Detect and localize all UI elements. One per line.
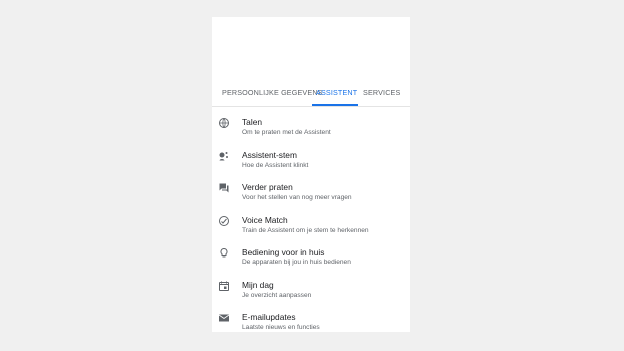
list-item-title: Mijn dag	[242, 279, 274, 290]
calendar-icon	[218, 280, 230, 292]
list-item-verder-praten[interactable]: Verder praten Voor het stellen van nog m…	[212, 172, 410, 205]
list-item-title: Verder praten	[242, 182, 293, 192]
settings-list: Talen Om te praten met de Assistent Assi…	[212, 107, 410, 335]
tab-persoonlijke-gegevens[interactable]: PERSOONLIJKE GEGEVENS	[222, 87, 323, 106]
list-item-subtitle: Hoe de Assistent klinkt	[242, 161, 309, 169]
list-item-title: E-mailupdates	[242, 312, 296, 322]
list-item-title: Talen	[242, 117, 263, 127]
list-item-subtitle: De apparaten bij jou in huis bedienen	[242, 259, 351, 266]
list-item-subtitle: Train de Assistent om je stem te herkenn…	[242, 226, 369, 234]
list-item-talen[interactable]: Talen Om te praten met de Assistent	[212, 107, 410, 140]
mail-icon	[218, 312, 230, 324]
list-item-subtitle: Om te praten met de Assistent	[242, 129, 331, 136]
tab-bar: PERSOONLIJKE GEGEVENS ASSISTENT SERVICES	[212, 87, 410, 107]
list-item-voice-match[interactable]: Voice Match Train de Assistent om je ste…	[212, 205, 410, 238]
list-item-e-mailupdates[interactable]: E-mailupdates Laatste nieuws en functies	[212, 302, 410, 335]
list-item-assistent-stem[interactable]: Assistent-stem Hoe de Assistent klinkt	[212, 140, 410, 173]
list-item-bediening-voor-in-huis[interactable]: Bediening voor in huis De apparaten bij …	[212, 237, 410, 270]
list-item-subtitle: Je overzicht aanpassen	[242, 291, 312, 299]
settings-panel: PERSOONLIJKE GEGEVENS ASSISTENT SERVICES…	[212, 17, 410, 332]
list-item-title: Assistent-stem	[242, 149, 297, 160]
assistant-voice-icon	[218, 150, 230, 162]
lightbulb-icon	[218, 247, 230, 259]
globe-icon	[218, 117, 230, 129]
list-item-subtitle: Laatste nieuws en functies	[242, 324, 320, 331]
tab-services[interactable]: SERVICES	[363, 87, 400, 106]
chat-bubbles-icon	[218, 182, 230, 194]
active-tab-indicator	[312, 104, 358, 106]
list-item-title: Voice Match	[242, 214, 288, 225]
list-item-title: Bediening voor in huis	[242, 247, 325, 257]
list-item-subtitle: Voor het stellen van nog meer vragen	[242, 194, 352, 201]
list-item-mijn-dag[interactable]: Mijn dag Je overzicht aanpassen	[212, 270, 410, 303]
voice-match-icon	[218, 215, 230, 227]
